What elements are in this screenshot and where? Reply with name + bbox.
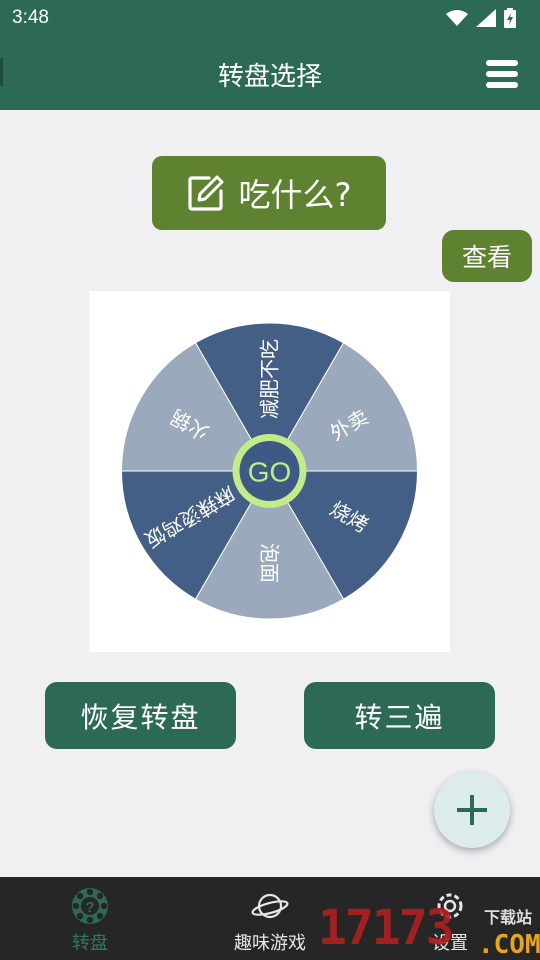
page-title: 转盘选择 (217, 62, 322, 92)
nav-label-settings: 设置 (432, 933, 468, 954)
spin-wheel[interactable]: 减肥不吃外卖烧烤泡面麻辣烫鸡饭火锅GO (89, 291, 450, 652)
go-label[interactable]: GO (248, 457, 292, 488)
wheel-segment-label: 减肥不吃 (258, 339, 282, 419)
wheel-select-label: 吃什么? (238, 176, 352, 214)
wheel-question-icon: ? (72, 888, 108, 924)
nav-item-settings[interactable]: 设置 (410, 877, 490, 960)
status-time: 3:48 (12, 7, 49, 28)
view-button[interactable]: 查看 (442, 230, 532, 282)
svg-text:?: ? (85, 899, 94, 916)
menu-icon[interactable] (486, 60, 518, 88)
nav-item-games[interactable]: 趣味游戏 (220, 877, 320, 960)
status-icons (446, 8, 516, 28)
edit-icon (187, 175, 223, 211)
wheel-card: 减肥不吃 外卖 烧烤 泡面 麻辣烫鸡饭 火锅 GO (89, 291, 450, 652)
plus-icon (457, 795, 487, 825)
battery-icon (504, 8, 516, 28)
app-bar: 转盘选择 (0, 36, 540, 110)
signal-icon (476, 9, 496, 27)
planet-icon (251, 893, 289, 919)
gear-icon (437, 893, 463, 919)
wifi-icon (446, 10, 468, 26)
wheel-segment-label: 泡面 (258, 543, 282, 583)
nav-label-wheel: 转盘 (72, 933, 108, 954)
wheel-select-button[interactable]: 吃什么? (152, 156, 386, 230)
nav-label-games: 趣味游戏 (234, 933, 306, 954)
reset-wheel-button[interactable]: 恢复转盘 (45, 682, 236, 749)
add-button[interactable] (434, 772, 510, 848)
nav-item-wheel[interactable]: ? 转盘 (50, 877, 130, 960)
bottom-nav: ? 转盘 趣味游戏 设置 (0, 877, 540, 960)
spin-three-times-button[interactable]: 转三遍 (304, 682, 495, 749)
status-bar: 3:48 (0, 0, 540, 36)
